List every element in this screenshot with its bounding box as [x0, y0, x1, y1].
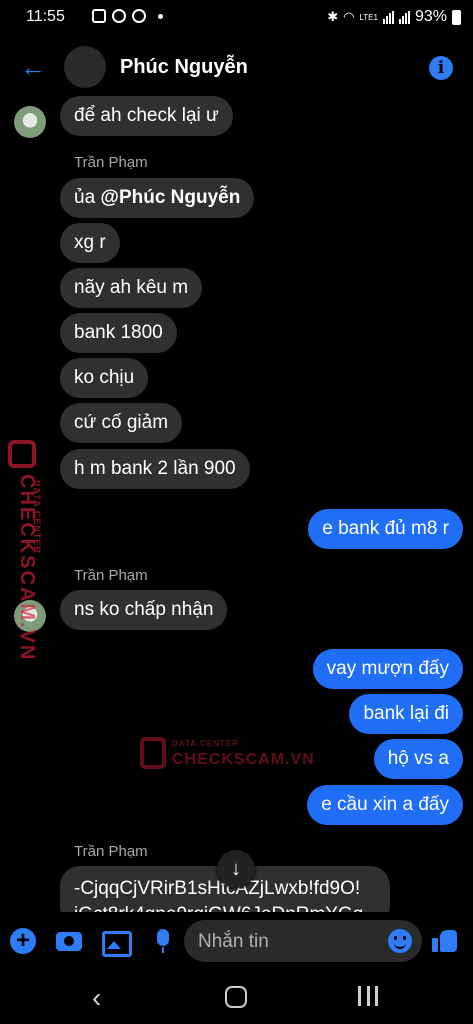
system-navigation-bar: ‹: [0, 970, 473, 1024]
status-bar: 11:55 ✱ ◠ LTE1 93%: [0, 0, 473, 36]
message-bubble-incoming[interactable]: ko chịu: [60, 358, 149, 398]
battery-percent: 93%: [414, 8, 447, 25]
wifi-icon: ◠: [343, 9, 355, 24]
message-bubble-incoming[interactable]: bank 1800: [60, 313, 177, 353]
mention[interactable]: @Phúc Nguyễn: [100, 187, 240, 208]
contact-name[interactable]: Phúc Nguyễn: [120, 56, 248, 79]
message-composer: + Nhắn tin: [0, 912, 473, 970]
chat-header: ← Phúc Nguyễn i: [0, 36, 473, 98]
sender-name: Trần Phạm: [74, 843, 148, 860]
message-bubble-outgoing[interactable]: e bank đủ m8 r: [308, 509, 463, 549]
gallery-notification-icon: [92, 9, 106, 23]
plus-icon[interactable]: +: [10, 928, 36, 954]
battery-icon: [452, 9, 461, 25]
nav-home-icon[interactable]: [225, 986, 247, 1008]
contact-avatar[interactable]: [64, 46, 106, 88]
watermark-brand: CHECKSCAM.VN: [172, 751, 315, 768]
watermark-tagline: DATA CENTER: [172, 739, 239, 748]
lock-logo-icon: [8, 440, 36, 468]
emoji-icon[interactable]: [388, 929, 412, 953]
back-arrow-icon[interactable]: ←: [20, 54, 46, 80]
status-time: 11:55: [26, 8, 65, 25]
watermark-vertical: DATA CENTER CHECKSCAM.VN: [4, 440, 44, 661]
gallery-icon[interactable]: [102, 928, 132, 957]
info-icon[interactable]: i: [429, 56, 453, 80]
scroll-to-bottom-button[interactable]: ↓: [217, 850, 255, 888]
message-input[interactable]: Nhắn tin: [184, 920, 422, 962]
more-notifications-icon: [158, 14, 163, 19]
lock-logo-icon: [140, 737, 166, 769]
bluetooth-icon: ✱: [327, 9, 339, 24]
message-input-placeholder: Nhắn tin: [198, 931, 269, 952]
sender-avatar[interactable]: [14, 106, 46, 138]
message-bubble-outgoing[interactable]: e cầu xin a đấy: [307, 785, 463, 825]
message-bubble-incoming[interactable]: ủa @Phúc Nguyễn: [60, 178, 255, 218]
nav-back-icon[interactable]: ‹: [92, 982, 101, 1014]
messenger-notification-icon: [112, 9, 126, 23]
message-text: ủa @Phúc Nguyễn: [74, 187, 241, 208]
message-bubble-incoming[interactable]: ns ko chấp nhận: [60, 590, 228, 630]
sender-name: Trần Phạm: [74, 154, 148, 171]
message-bubble-incoming[interactable]: nãy ah kêu m: [60, 268, 203, 308]
message-bubble-outgoing[interactable]: vay mượn đấy: [312, 649, 463, 689]
system-icons: ✱ ◠ LTE1 93%: [327, 8, 461, 26]
thumbs-up-icon[interactable]: [432, 928, 458, 954]
message-bubble-incoming[interactable]: xg r: [60, 223, 120, 263]
sender-name: Trần Phạm: [74, 567, 148, 584]
watermark-brand: CHECKSCAM.VN: [16, 474, 38, 662]
network-label: LTE1: [359, 12, 378, 22]
message-bubble-incoming[interactable]: h m bank 2 lần 900: [60, 449, 250, 489]
signal-2-icon: [398, 10, 410, 24]
signal-1-icon: [382, 10, 394, 24]
notification-icons: [92, 9, 163, 23]
message-bubble-outgoing[interactable]: bank lại đi: [349, 694, 463, 734]
message-bubble-incoming[interactable]: để ah check lại ư: [60, 96, 233, 136]
microphone-icon[interactable]: [150, 928, 176, 954]
message-bubble-incoming[interactable]: cứ cố giảm: [60, 403, 183, 443]
message-bubble-outgoing[interactable]: hộ vs a: [373, 739, 463, 779]
nav-recents-icon[interactable]: [358, 986, 378, 1006]
camera-icon[interactable]: [56, 928, 82, 954]
app-notification-icon: [132, 9, 146, 23]
